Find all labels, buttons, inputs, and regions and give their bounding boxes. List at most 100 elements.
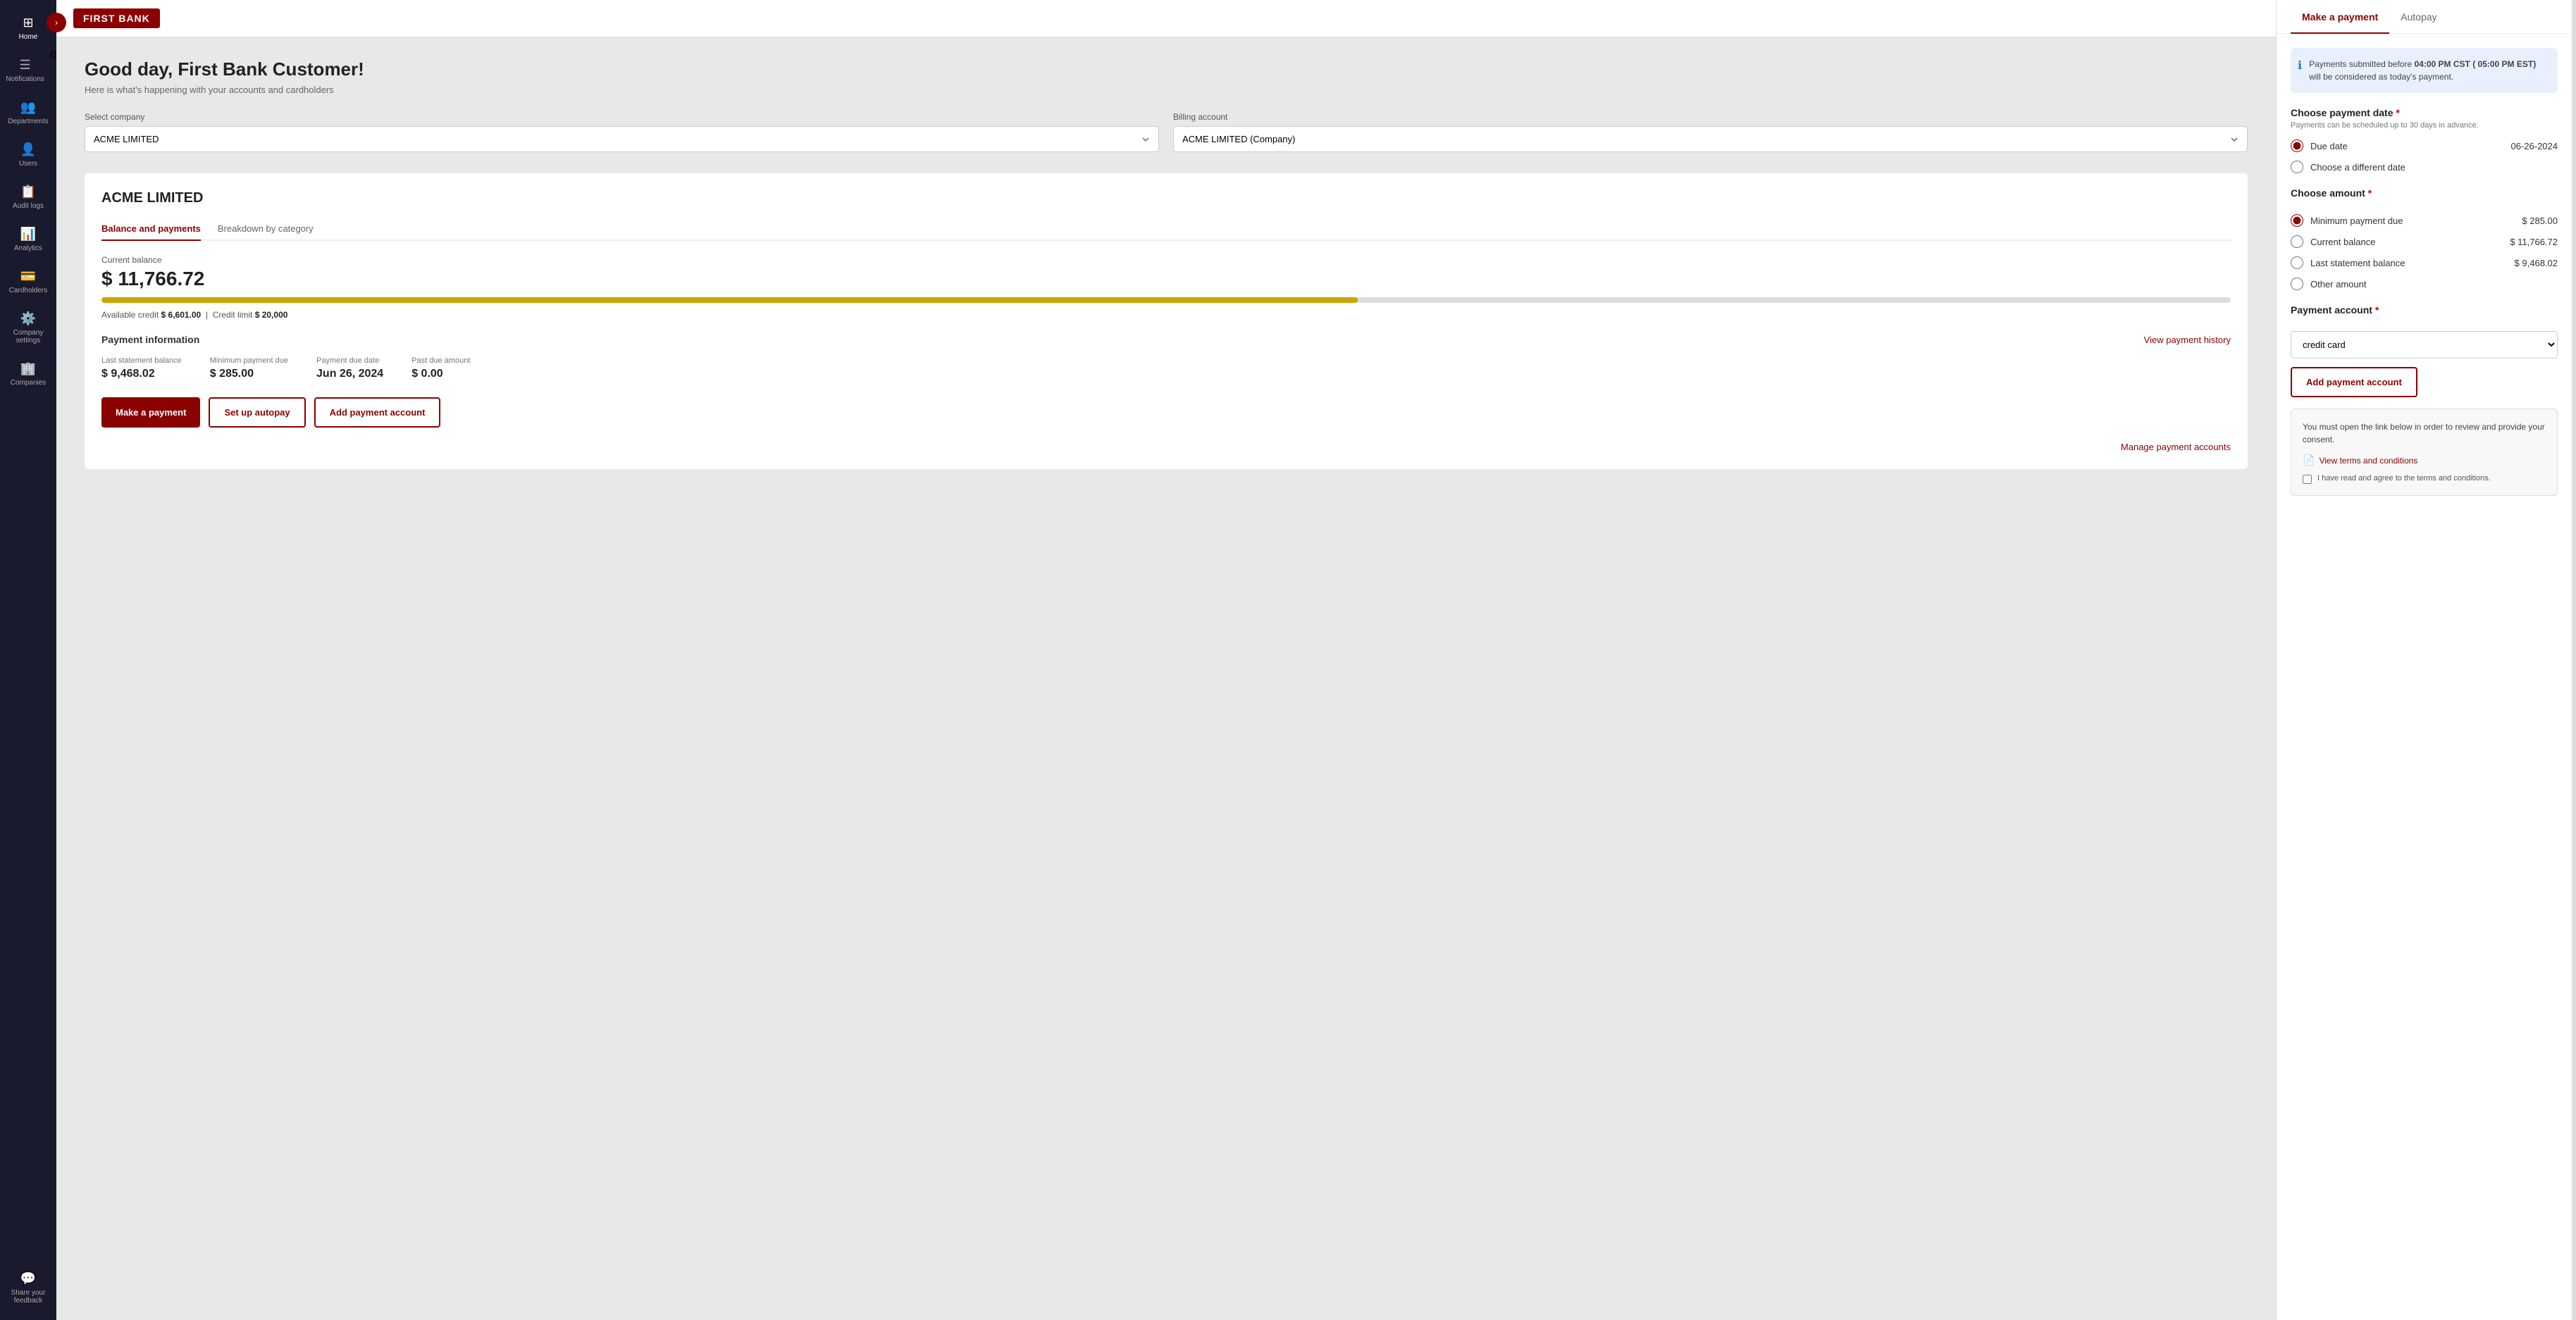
billing-select[interactable]: ACME LIMITED (Company) — [1173, 126, 2248, 152]
make-payment-button[interactable]: Make a payment — [101, 397, 200, 428]
stat-label-3: Past due amount — [411, 356, 470, 365]
radio-minimum-label: Minimum payment due — [2310, 216, 2403, 226]
sidebar-item-audit-logs[interactable]: 📋 Audit logs — [0, 176, 56, 218]
tab-balance-payments[interactable]: Balance and payments — [101, 218, 201, 241]
amount-title: Choose amount * — [2291, 187, 2558, 199]
balance-amount: $ 11,766.72 — [101, 268, 2231, 290]
amount-options: Minimum payment due $ 285.00 Current bal… — [2291, 214, 2558, 290]
radio-due-date-input[interactable] — [2291, 139, 2303, 152]
payment-account-select[interactable]: credit card bank account other — [2291, 331, 2558, 359]
consent-checkbox[interactable] — [2303, 475, 2312, 484]
sidebar-item-label: Home — [19, 33, 38, 41]
due-date-value: 06-26-2024 — [2511, 141, 2558, 151]
payment-date-subtitle: Payments can be scheduled up to 30 days … — [2291, 121, 2558, 130]
current-balance-value: $ 11,766.72 — [2510, 237, 2558, 247]
scrollbar[interactable] — [2572, 0, 2576, 1320]
sidebar-item-label: Companies — [11, 379, 47, 387]
radio-current-balance-input[interactable] — [2291, 235, 2303, 248]
panel-tab-make-payment[interactable]: Make a payment — [2291, 0, 2389, 34]
consent-checkbox-row: I have read and agree to the terms and c… — [2303, 473, 2546, 484]
welcome-sub: Here is what's happening with your accou… — [85, 85, 2248, 95]
radio-due-date-left: Due date — [2291, 139, 2348, 152]
sidebar-item-company-settings[interactable]: ⚙️ Company settings — [0, 303, 56, 353]
payment-info-header: Payment information View payment history — [101, 334, 2231, 345]
panel-tab-autopay[interactable]: Autopay — [2389, 0, 2448, 34]
welcome-title: Good day, First Bank Customer! — [85, 58, 2248, 80]
sidebar-item-users[interactable]: 👤 Users — [0, 134, 56, 176]
credit-info: Available credit $ 6,601.00 | Credit lim… — [101, 310, 2231, 320]
main-area: FIRST BANK Good day, First Bank Customer… — [56, 0, 2576, 1320]
balance-label: Current balance — [101, 255, 2231, 265]
add-payment-account-panel-button[interactable]: Add payment account — [2291, 367, 2417, 397]
payment-info-title: Payment information — [101, 334, 199, 345]
company-settings-icon: ⚙️ — [20, 311, 36, 326]
home-icon: ⊞ — [23, 15, 33, 30]
right-panel: Make a payment Autopay ℹ Payments submit… — [2276, 0, 2572, 1320]
payment-date-title: Choose payment date * — [2291, 107, 2558, 118]
add-payment-account-main-button[interactable]: Add payment account — [314, 397, 441, 428]
panel-body: ℹ Payments submitted before 04:00 PM CST… — [2277, 34, 2572, 510]
sidebar-item-label: Cardholders — [9, 287, 47, 294]
sidebar-toggle[interactable]: › — [47, 13, 66, 32]
sidebar-item-share-feedback[interactable]: 💬 Share your feedback — [0, 1263, 56, 1313]
radio-different-date-input[interactable] — [2291, 161, 2303, 173]
radio-different-date-left: Choose a different date — [2291, 161, 2405, 173]
minimum-value: $ 285.00 — [2522, 216, 2558, 226]
stat-value-0: $ 9,468.02 — [101, 368, 182, 380]
radio-minimum-input[interactable] — [2291, 214, 2303, 227]
radio-other-amount: Other amount — [2291, 278, 2558, 290]
sidebar: › ⊞ Home ☰ Notifications 0 👥 Departments… — [0, 0, 56, 1320]
sidebar-item-notifications[interactable]: ☰ Notifications — [0, 49, 50, 92]
notifications-badge: 0 — [50, 49, 56, 92]
sidebar-item-label: Departments — [8, 118, 48, 125]
account-tabs: Balance and payments Breakdown by catego… — [101, 218, 2231, 241]
radio-minimum: Minimum payment due $ 285.00 — [2291, 214, 2558, 227]
stat-label-1: Minimum payment due — [210, 356, 288, 365]
panel-tabs: Make a payment Autopay — [2277, 0, 2572, 34]
radio-other-amount-label: Other amount — [2310, 279, 2367, 289]
credit-progress-fill — [101, 297, 1358, 303]
sidebar-item-companies[interactable]: 🏢 Companies — [0, 353, 56, 395]
audit-logs-icon: 📋 — [20, 185, 36, 199]
terms-doc-icon: 📄 — [2303, 454, 2315, 466]
payment-account-title: Payment account * — [2291, 304, 2558, 316]
action-buttons: Make a payment Set up autopay Add paymen… — [101, 397, 2231, 428]
sidebar-item-label: Notifications — [6, 75, 44, 83]
consent-text: You must open the link below in order to… — [2303, 421, 2546, 446]
radio-last-statement-label: Last statement balance — [2310, 258, 2405, 268]
radio-due-date: Due date 06-26-2024 — [2291, 139, 2558, 152]
account-card: ACME LIMITED Balance and payments Breakd… — [85, 173, 2248, 469]
company-selector-group: Select company ACME LIMITED — [85, 112, 1159, 152]
stat-due-date: Payment due date Jun 26, 2024 — [316, 356, 383, 380]
credit-progress-bg — [101, 297, 2231, 303]
content-body: Good day, First Bank Customer! Here is w… — [56, 37, 2276, 490]
company-select[interactable]: ACME LIMITED — [85, 126, 1159, 152]
info-banner-text: Payments submitted before 04:00 PM CST (… — [2309, 58, 2548, 83]
view-terms-link[interactable]: 📄 View terms and conditions — [2303, 454, 2546, 466]
sidebar-item-departments[interactable]: 👥 Departments — [0, 92, 56, 134]
radio-last-statement: Last statement balance $ 9,468.02 — [2291, 256, 2558, 269]
payment-date-options: Due date 06-26-2024 Choose a different d… — [2291, 139, 2558, 173]
tab-breakdown-category[interactable]: Breakdown by category — [218, 218, 314, 241]
analytics-icon: 📊 — [20, 227, 36, 242]
radio-current-balance-label: Current balance — [2310, 237, 2376, 247]
balance-section: Current balance $ 11,766.72 Available cr… — [101, 255, 2231, 320]
available-credit-value: $ 6,601.00 — [161, 310, 202, 320]
sidebar-item-label: Analytics — [14, 244, 42, 252]
company-label: Select company — [85, 112, 1159, 122]
amount-required-star: * — [2368, 187, 2372, 199]
stat-minimum-payment: Minimum payment due $ 285.00 — [210, 356, 288, 380]
radio-different-date-label: Choose a different date — [2310, 162, 2405, 173]
sidebar-item-cardholders[interactable]: 💳 Cardholders — [0, 261, 56, 303]
last-statement-value: $ 9,468.02 — [2515, 258, 2558, 268]
selectors-row: Select company ACME LIMITED Billing acco… — [85, 112, 2248, 152]
amount-section: Choose amount * Minimum payment due $ 28… — [2291, 187, 2558, 290]
radio-last-statement-input[interactable] — [2291, 256, 2303, 269]
logo: FIRST BANK — [73, 8, 160, 28]
cardholders-icon: 💳 — [20, 269, 36, 284]
set-autopay-button[interactable]: Set up autopay — [209, 397, 305, 428]
sidebar-item-analytics[interactable]: 📊 Analytics — [0, 218, 56, 261]
radio-other-amount-input[interactable] — [2291, 278, 2303, 290]
manage-payment-accounts-link[interactable]: Manage payment accounts — [101, 442, 2231, 452]
view-payment-history-link[interactable]: View payment history — [2144, 335, 2231, 345]
